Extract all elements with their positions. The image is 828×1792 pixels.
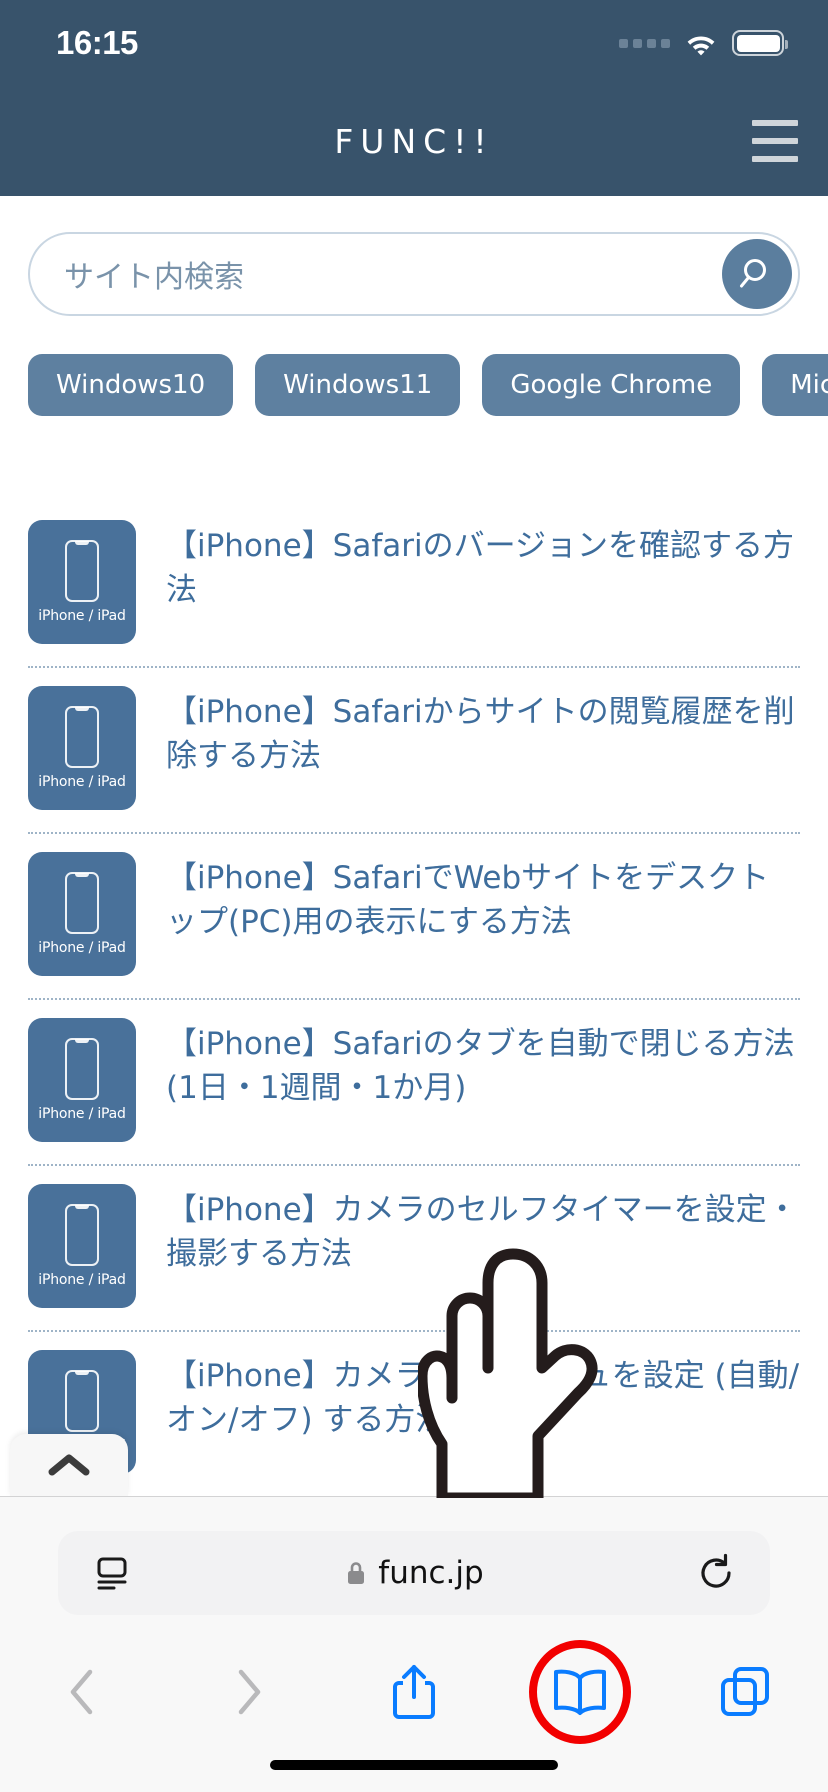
thumbnail-category: iPhone / iPad — [38, 774, 126, 790]
article-title[interactable]: 【iPhone】SafariでWebサイトをデスクトップ(PC)用の表示にする方… — [166, 852, 800, 944]
article-list: iPhone / iPad 【iPhone】Safariのバージョンを確認する方… — [0, 502, 828, 1496]
tag-pill[interactable]: Windows10 — [28, 354, 234, 416]
article-title[interactable]: 【iPhone】カメラのフラッシュを設定 (自動/オン/オフ) する方法 — [166, 1350, 800, 1442]
forward-button[interactable] — [166, 1647, 332, 1737]
back-button[interactable] — [0, 1647, 166, 1737]
chevron-right-icon — [239, 1669, 261, 1715]
site-header: FUNC!! — [0, 86, 828, 196]
chevron-up-icon — [48, 1454, 90, 1476]
scroll-to-top-button[interactable] — [10, 1434, 128, 1496]
thumbnail-category: iPhone / iPad — [38, 608, 126, 624]
search-input[interactable]: サイト内検索 — [28, 232, 800, 316]
share-icon — [392, 1665, 435, 1719]
wifi-icon — [687, 36, 715, 56]
signal-dots-icon — [619, 38, 670, 48]
iphone-device-icon — [65, 872, 99, 934]
article-thumbnail: iPhone / iPad — [28, 1184, 136, 1308]
list-item[interactable]: iPhone / iPad 【iPhone】カメラのセルフタイマーを設定・撮影す… — [28, 1166, 800, 1332]
list-item[interactable]: iPhone / iPad 【iPhone】Safariのバージョンを確認する方… — [28, 502, 800, 668]
aa-page-settings-icon[interactable] — [92, 1553, 132, 1593]
iphone-device-icon — [65, 1038, 99, 1100]
site-search: サイト内検索 — [28, 232, 800, 316]
article-title[interactable]: 【iPhone】Safariのタブを自動で閉じる方法 (1日・1週間・1か月) — [166, 1018, 800, 1110]
thumbnail-category: iPhone / iPad — [38, 940, 126, 956]
thumbnail-category: iPhone / iPad — [38, 1272, 126, 1288]
reload-icon[interactable] — [696, 1553, 736, 1593]
page-content: サイト内検索 Windows10 Windows11 Google Chrome… — [0, 196, 828, 1496]
iphone-screen: 16:15 FUNC!! サイト内検索 Windows10 Windows11 … — [0, 0, 828, 1792]
iphone-device-icon — [65, 706, 99, 768]
search-button[interactable] — [722, 239, 792, 309]
search-icon — [740, 259, 766, 288]
share-button[interactable] — [331, 1647, 497, 1737]
safari-toolbar — [0, 1640, 828, 1744]
url-text: func.jp — [378, 1555, 484, 1591]
iphone-device-icon — [65, 1204, 99, 1266]
status-bar: 16:15 — [0, 0, 828, 86]
site-logo[interactable]: FUNC!! — [334, 122, 493, 161]
lock-icon — [348, 1562, 365, 1584]
list-item[interactable]: iPhone / iPad 【iPhone】Safariのタブを自動で閉じる方法… — [28, 1000, 800, 1166]
tag-pill[interactable]: Google Chrome — [482, 354, 741, 416]
article-title[interactable]: 【iPhone】カメラのセルフタイマーを設定・撮影する方法 — [166, 1184, 800, 1276]
iphone-device-icon — [65, 1370, 99, 1432]
tabs-icon — [721, 1667, 770, 1716]
bookmarks-button[interactable] — [497, 1640, 663, 1744]
tag-list[interactable]: Windows10 Windows11 Google Chrome Micro — [0, 354, 828, 416]
article-title[interactable]: 【iPhone】Safariのバージョンを確認する方法 — [166, 520, 800, 612]
hamburger-menu-icon[interactable] — [752, 120, 798, 162]
article-thumbnail: iPhone / iPad — [28, 520, 136, 644]
article-thumbnail: iPhone / iPad — [28, 686, 136, 810]
tag-pill[interactable]: Micro — [762, 354, 828, 416]
article-thumbnail: iPhone / iPad — [28, 1018, 136, 1142]
battery-full-icon — [732, 30, 788, 56]
home-indicator — [270, 1760, 558, 1770]
highlight-ring — [528, 1640, 631, 1744]
article-title[interactable]: 【iPhone】Safariからサイトの閲覧履歴を削除する方法 — [166, 686, 800, 778]
address-bar[interactable]: func.jp — [58, 1531, 770, 1615]
iphone-device-icon — [65, 540, 99, 602]
status-time: 16:15 — [56, 24, 138, 61]
search-placeholder: サイト内検索 — [64, 260, 244, 295]
chevron-left-icon — [70, 1669, 93, 1715]
thumbnail-category: iPhone / iPad — [38, 1106, 126, 1122]
list-item[interactable]: iPhone / iPad 【iPhone】SafariでWebサイトをデスクト… — [28, 834, 800, 1000]
url-display[interactable]: func.jp — [132, 1555, 696, 1591]
list-item[interactable]: iPhone / iPad 【iPhone】カメラのフラッシュを設定 (自動/オ… — [28, 1332, 800, 1496]
tag-pill[interactable]: Windows11 — [255, 354, 461, 416]
tabs-button[interactable] — [662, 1647, 828, 1737]
list-item[interactable]: iPhone / iPad 【iPhone】Safariからサイトの閲覧履歴を削… — [28, 668, 800, 834]
status-indicators — [619, 30, 788, 56]
safari-browser-chrome: func.jp — [0, 1496, 828, 1792]
article-thumbnail: iPhone / iPad — [28, 852, 136, 976]
